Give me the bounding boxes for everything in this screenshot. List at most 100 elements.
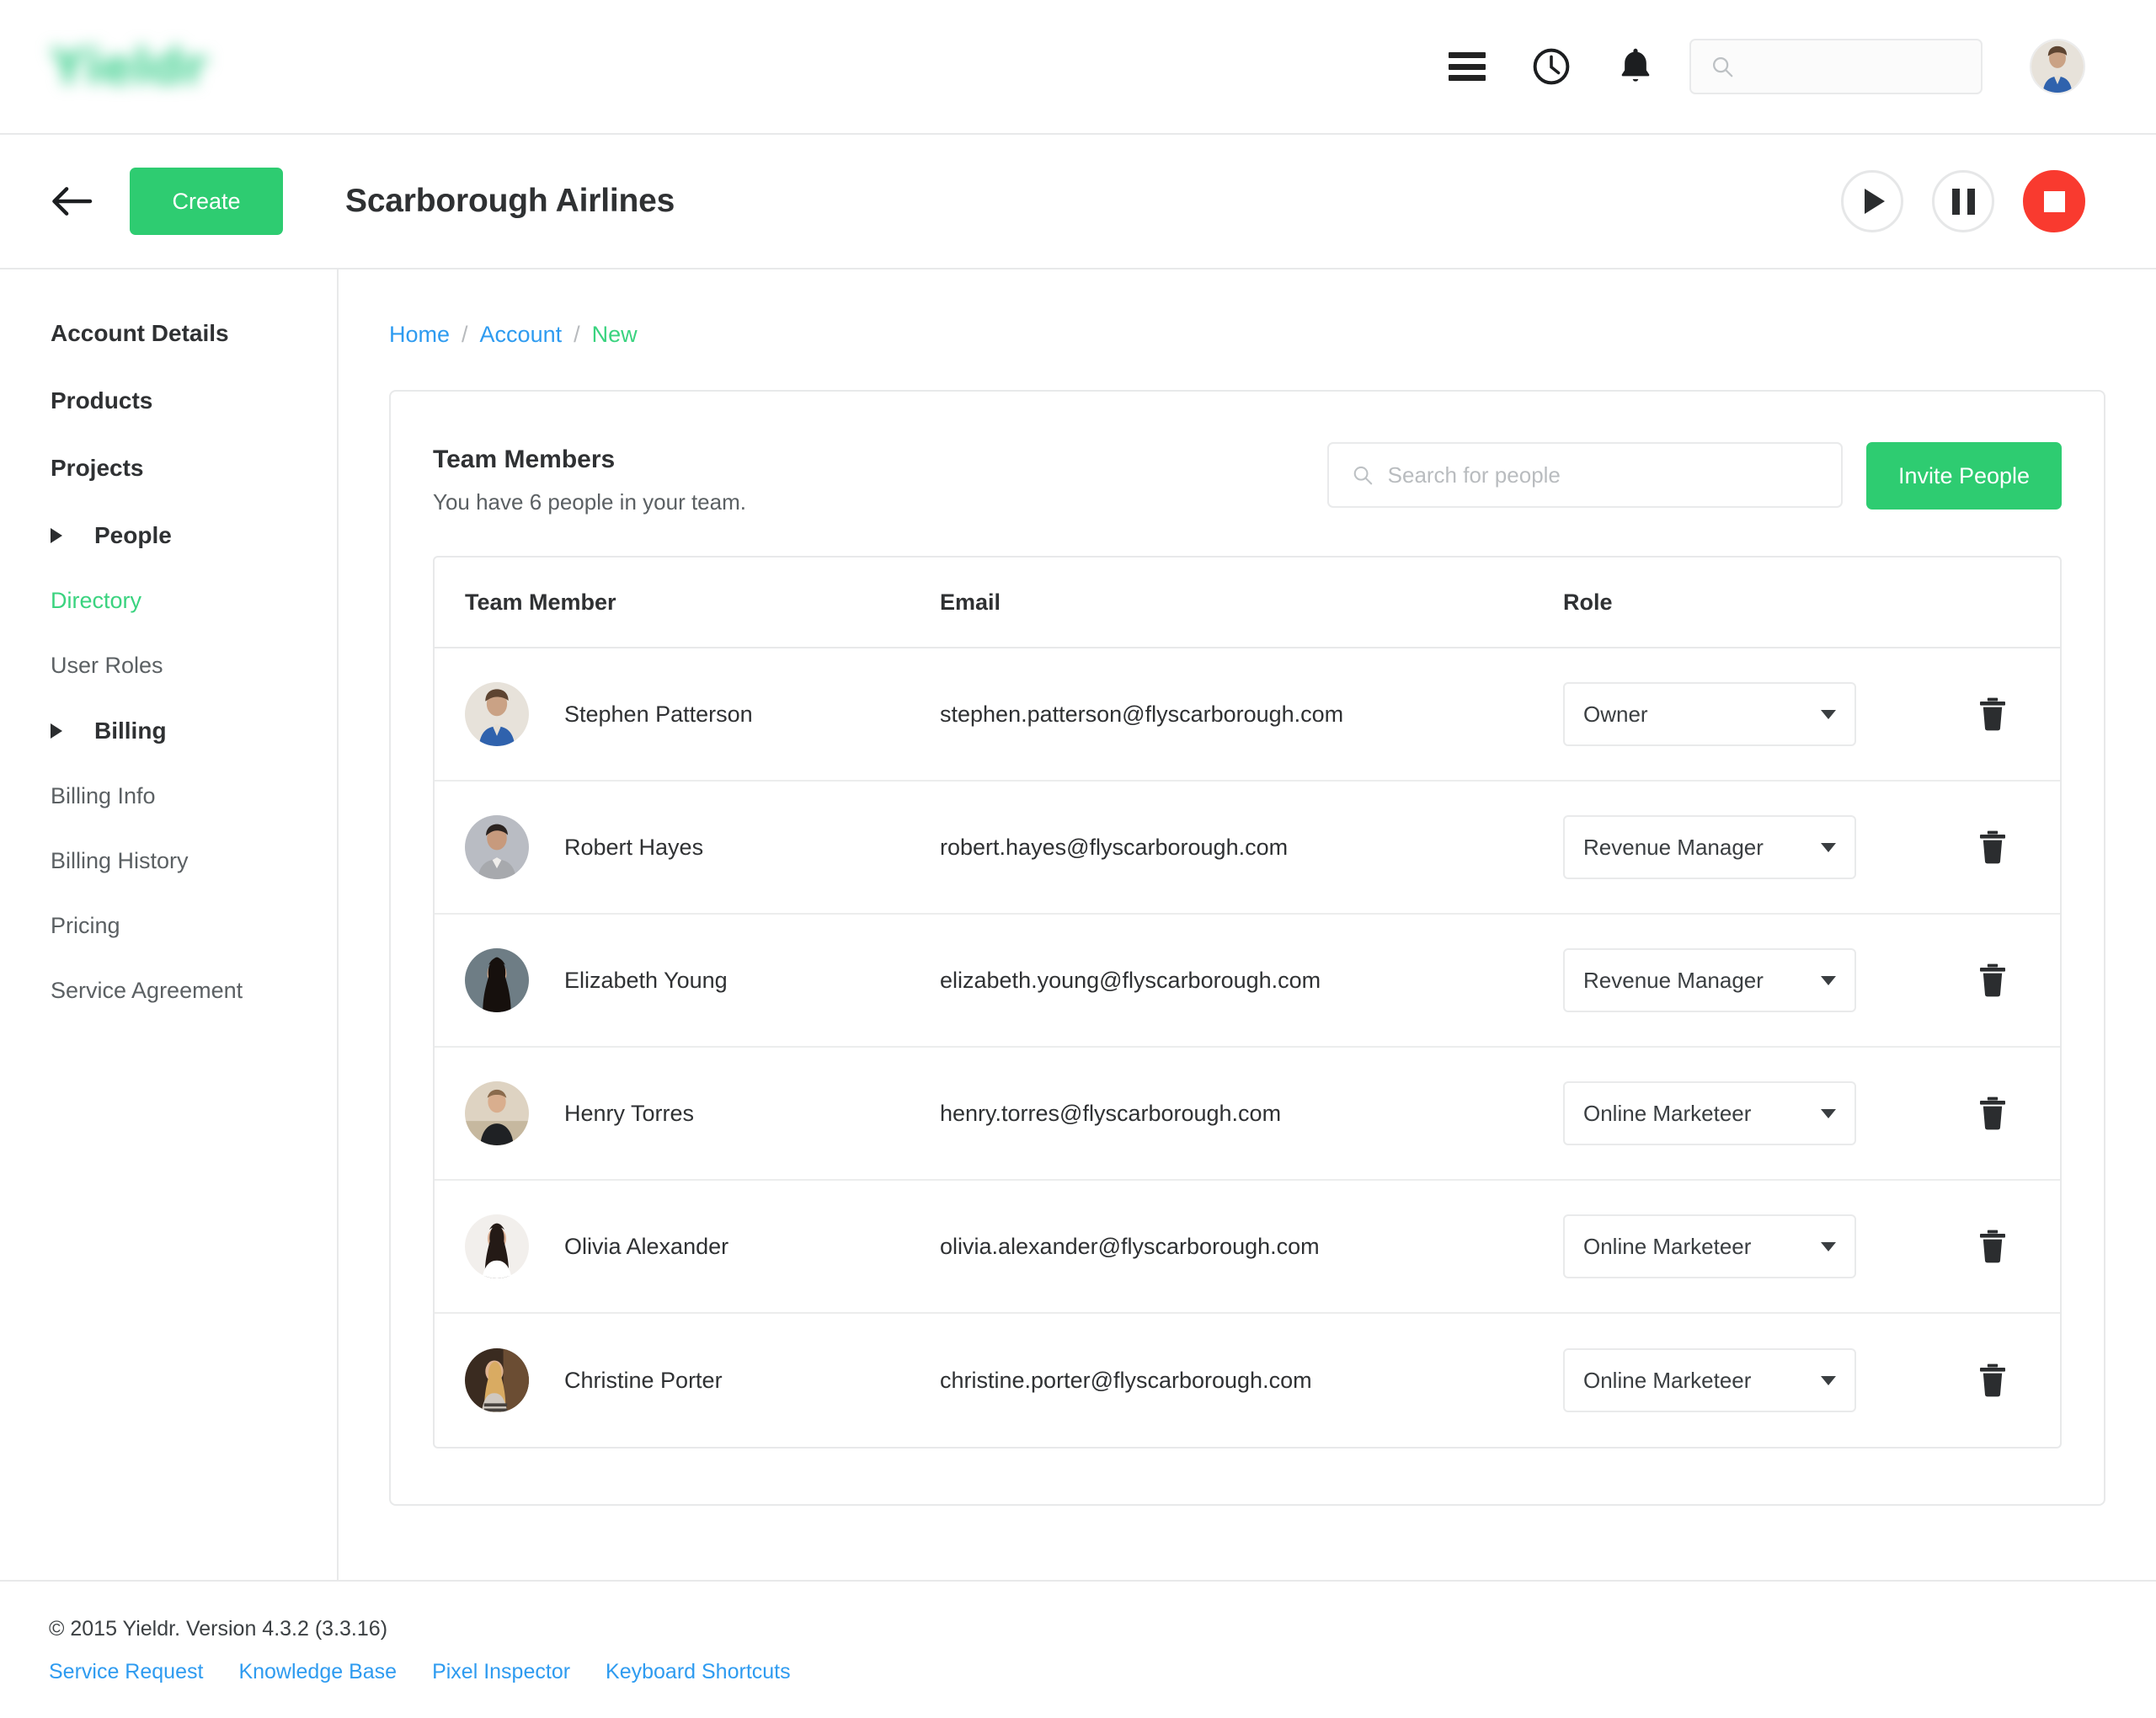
invite-people-button[interactable]: Invite People	[1866, 442, 2062, 510]
global-header: Yieldr	[0, 0, 2156, 135]
search-icon	[1353, 466, 1373, 485]
member-cell: Elizabeth Young	[435, 948, 940, 1012]
back-button[interactable]	[45, 175, 98, 227]
member-cell: Olivia Alexander	[435, 1214, 940, 1278]
footer-link-keyboard-shortcuts[interactable]: Keyboard Shortcuts	[606, 1660, 791, 1684]
role-select-value: Online Marketeer	[1583, 1367, 1752, 1393]
app-logo[interactable]: Yieldr	[51, 29, 286, 104]
breadcrumb-current: New	[591, 322, 638, 347]
trash-icon[interactable]	[1976, 829, 2009, 866]
footer-links: Service Request Knowledge Base Pixel Ins…	[49, 1660, 2156, 1684]
people-search[interactable]	[1327, 442, 1843, 508]
sidebar-item-projects[interactable]: Projects	[51, 455, 337, 482]
role-select[interactable]: Online Marketeer	[1563, 1214, 1856, 1278]
sidebar-item-service-agreement[interactable]: Service Agreement	[51, 978, 337, 1004]
avatar-image	[465, 1081, 529, 1145]
role-select-value: Online Marketeer	[1583, 1233, 1752, 1259]
breadcrumb-home[interactable]: Home	[389, 322, 450, 348]
avatar	[465, 815, 529, 879]
delete-cell	[1925, 696, 2060, 733]
breadcrumb: Home / Account / New	[389, 322, 2105, 348]
global-search-input[interactable]	[1747, 55, 1962, 78]
table-row: Christine Porter christine.porter@flysca…	[435, 1314, 2060, 1447]
history-button[interactable]	[1528, 43, 1575, 90]
main-content: Home / Account / New Team Members You ha…	[339, 269, 2156, 1580]
trash-icon[interactable]	[1976, 1095, 2009, 1132]
user-avatar[interactable]	[2030, 39, 2085, 94]
card-header: Team Members You have 6 people in your t…	[433, 442, 2062, 515]
breadcrumb-separator: /	[462, 322, 468, 347]
sidebar-item-products[interactable]: Products	[51, 387, 337, 414]
role-select-value: Owner	[1583, 701, 1648, 727]
play-icon	[1865, 189, 1885, 214]
avatar-image	[465, 682, 529, 746]
caret-right-icon	[51, 528, 62, 543]
footer: © 2015 Yieldr. Version 4.3.2 (3.3.16) Se…	[0, 1580, 2156, 1718]
stop-button[interactable]	[2023, 170, 2085, 232]
table-header-row: Team Member Email Role	[435, 558, 2060, 648]
role-select[interactable]: Online Marketeer	[1563, 1081, 1856, 1145]
delete-cell	[1925, 1095, 2060, 1132]
role-cell: Owner	[1563, 682, 1925, 746]
trash-icon[interactable]	[1976, 1362, 2009, 1399]
sidebar-item-user-roles[interactable]: User Roles	[51, 653, 337, 679]
role-select[interactable]: Revenue Manager	[1563, 948, 1856, 1012]
global-search[interactable]	[1689, 39, 1983, 94]
sidebar-item-pricing[interactable]: Pricing	[51, 913, 337, 939]
trash-icon[interactable]	[1976, 1228, 2009, 1265]
delete-cell	[1925, 829, 2060, 866]
role-cell: Online Marketeer	[1563, 1348, 1925, 1412]
copyright-text: © 2015 Yieldr. Version 4.3.2 (3.3.16)	[49, 1617, 388, 1641]
people-search-input[interactable]	[1387, 462, 1819, 488]
sidebar-item-directory[interactable]: Directory	[51, 588, 337, 614]
table-row: Henry Torres henry.torres@flyscarborough…	[435, 1048, 2060, 1181]
breadcrumb-separator: /	[574, 322, 580, 347]
hamburger-menu-button[interactable]	[1444, 43, 1491, 90]
create-button[interactable]: Create	[130, 168, 283, 235]
card-subtitle: You have 6 people in your team.	[433, 489, 746, 515]
member-cell: Henry Torres	[435, 1081, 940, 1145]
member-cell: Christine Porter	[435, 1348, 940, 1412]
play-button[interactable]	[1841, 170, 1903, 232]
logo-text: Yieldr	[51, 38, 207, 95]
avatar-image	[465, 815, 529, 879]
footer-link-service-request[interactable]: Service Request	[49, 1660, 203, 1684]
role-cell: Revenue Manager	[1563, 815, 1925, 879]
sidebar-item-billing-history[interactable]: Billing History	[51, 848, 337, 874]
column-header-team-member: Team Member	[465, 589, 616, 615]
caret-right-icon	[51, 723, 62, 739]
clock-icon	[1533, 48, 1570, 85]
sidebar-group-people[interactable]: People	[51, 522, 337, 549]
role-select[interactable]: Online Marketeer	[1563, 1348, 1856, 1412]
footer-link-pixel-inspector[interactable]: Pixel Inspector	[432, 1660, 570, 1684]
sidebar-item-billing-info[interactable]: Billing Info	[51, 783, 337, 809]
column-header-email: Email	[940, 589, 1001, 615]
table-row: Elizabeth Young elizabeth.young@flyscarb…	[435, 915, 2060, 1048]
footer-link-knowledge-base[interactable]: Knowledge Base	[238, 1660, 397, 1684]
trash-icon[interactable]	[1976, 696, 2009, 733]
pause-button[interactable]	[1932, 170, 1994, 232]
delete-cell	[1925, 1362, 2060, 1399]
trash-icon[interactable]	[1976, 962, 2009, 999]
avatar	[465, 1214, 529, 1278]
chevron-down-icon	[1821, 1108, 1836, 1118]
member-email: stephen.patterson@flyscarborough.com	[940, 701, 1344, 727]
breadcrumb-account[interactable]: Account	[480, 322, 563, 348]
member-cell: Stephen Patterson	[435, 682, 940, 746]
body: Account Details Products Projects People…	[0, 269, 2156, 1580]
sidebar-item-account-details[interactable]: Account Details	[51, 320, 337, 347]
sidebar-group-billing[interactable]: Billing	[51, 718, 337, 744]
member-name: Stephen Patterson	[564, 701, 753, 727]
role-select[interactable]: Owner	[1563, 682, 1856, 746]
avatar-image	[2031, 40, 2084, 93]
context-header: Create Scarborough Airlines	[0, 135, 2156, 269]
sidebar: Account Details Products Projects People…	[0, 269, 339, 1580]
notifications-button[interactable]	[1612, 43, 1659, 90]
member-email: robert.hayes@flyscarborough.com	[940, 834, 1289, 860]
avatar	[465, 948, 529, 1012]
member-name: Christine Porter	[564, 1367, 723, 1393]
chevron-down-icon	[1821, 1375, 1836, 1385]
role-select[interactable]: Revenue Manager	[1563, 815, 1856, 879]
delete-cell	[1925, 962, 2060, 999]
header-icon-group	[1444, 43, 1659, 90]
